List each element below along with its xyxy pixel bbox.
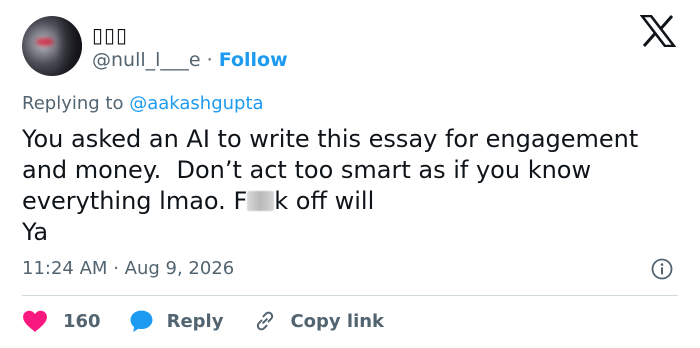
replying-to: Replying to @aakashgupta <box>22 92 264 116</box>
tweet-line: everything lmao. F k off will <box>22 186 692 217</box>
separator-dot: · <box>206 49 213 71</box>
like-count: 160 <box>63 310 101 332</box>
tweet-line-segment: everything lmao. F <box>22 187 248 215</box>
handle-row: @null_l___e · Follow <box>92 48 288 72</box>
heart-icon <box>23 310 47 332</box>
copy-link-label: Copy link <box>290 310 385 332</box>
avatar-shade <box>56 16 82 76</box>
tweet-text: You asked an AI to write this essay for … <box>22 124 692 248</box>
speech-bubble-icon <box>130 310 153 332</box>
user-handle[interactable]: @null_l___e <box>92 49 201 71</box>
tweet-line-segment: k off will <box>274 187 375 215</box>
info-icon[interactable] <box>651 258 673 280</box>
tweet-time: 11:24 AM <box>22 258 108 279</box>
timestamp[interactable]: 11:24 AM · Aug 9, 2026 <box>22 257 234 281</box>
censored-blur <box>247 191 275 211</box>
replying-to-mention[interactable]: @aakashgupta <box>129 93 263 114</box>
tweet-line: and money. Don’t act too smart as if you… <box>22 156 592 184</box>
link-icon <box>257 311 274 331</box>
tweet-line: You asked an AI to write this essay for … <box>22 125 639 153</box>
divider <box>22 295 678 296</box>
reply-label: Reply <box>166 310 224 332</box>
x-logo-icon[interactable] <box>640 15 676 47</box>
copy-link-button[interactable]: Copy link <box>253 309 384 333</box>
replying-to-label: Replying to <box>22 93 124 114</box>
tweet-line: Ya <box>22 218 49 246</box>
reply-button[interactable]: Reply <box>129 309 224 333</box>
avatar-eye-glow <box>36 38 54 46</box>
follow-button[interactable]: Follow <box>219 49 288 71</box>
tweet-date: Aug 9, 2026 <box>124 258 235 279</box>
avatar[interactable] <box>22 16 82 76</box>
display-name[interactable]: ▯▯▯ <box>92 23 128 47</box>
action-bar: 160 Reply Copy link <box>22 306 384 336</box>
separator-dot: · <box>113 258 119 279</box>
like-button[interactable]: 160 <box>22 309 101 333</box>
